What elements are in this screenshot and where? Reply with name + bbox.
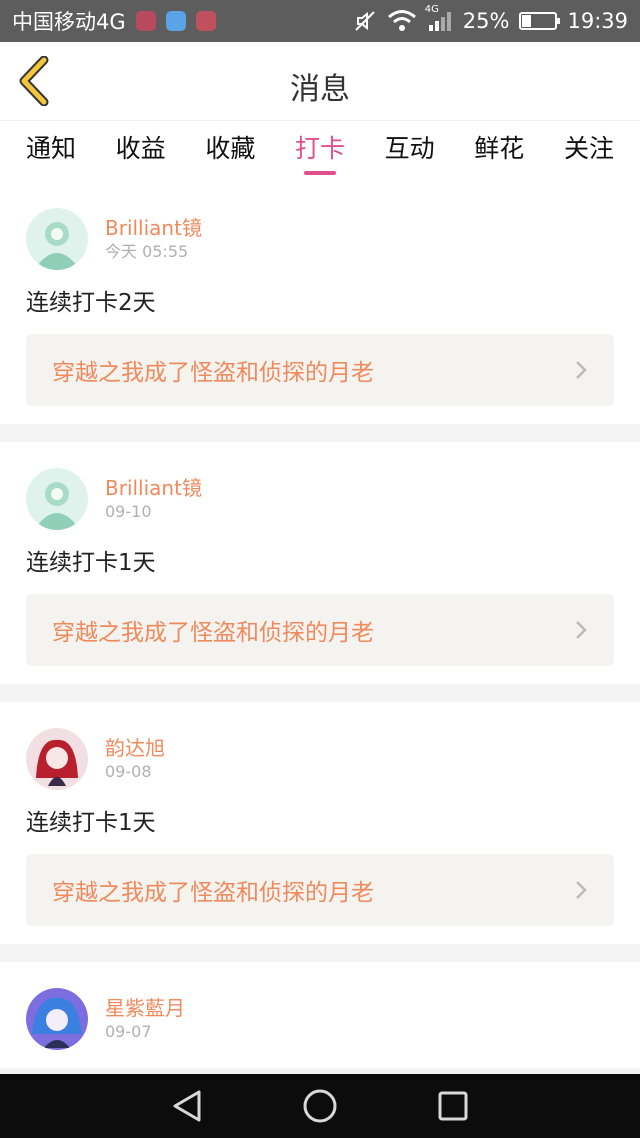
tab-label: 收藏 — [205, 134, 256, 163]
username[interactable]: 星紫藍月 — [105, 995, 185, 1021]
book-link[interactable]: 穿越之我成了怪盗和侦探的月老 — [26, 854, 614, 926]
avatar[interactable] — [26, 728, 88, 790]
card-header: 星紫藍月 09-07 — [26, 988, 614, 1050]
card-header: Brilliant镜 今天 05:55 — [26, 208, 614, 270]
mute-icon — [355, 11, 375, 31]
user-info: 韵达旭 09-08 — [105, 735, 165, 783]
nav-back-button[interactable] — [167, 1086, 207, 1126]
username[interactable]: Brilliant镜 — [105, 215, 202, 241]
feed-card: 星紫藍月 09-07 — [0, 962, 640, 1068]
mint-avatar-icon — [26, 208, 88, 270]
book-title: 穿越之我成了怪盗和侦探的月老 — [52, 880, 374, 906]
nav-recents-button[interactable] — [433, 1086, 473, 1126]
username[interactable]: 韵达旭 — [105, 735, 165, 761]
tab-flowers[interactable]: 鲜花 — [474, 121, 524, 183]
book-title: 穿越之我成了怪盗和侦探的月老 — [52, 620, 374, 646]
tab-label: 关注 — [563, 134, 614, 163]
battery-fill — [522, 15, 531, 27]
user-info: Brilliant镜 09-10 — [105, 475, 202, 523]
notification-app-icon — [195, 11, 216, 31]
system-nav-bar — [0, 1074, 640, 1138]
feed-card: Brilliant镜 09-10 连续打卡1天 穿越之我成了怪盗和侦探的月老 — [0, 442, 640, 684]
nav-home-button[interactable] — [300, 1086, 340, 1126]
timestamp: 09-10 — [105, 502, 152, 521]
tab-label: 打卡 — [294, 134, 345, 163]
timestamp: 今天 05:55 — [105, 242, 189, 261]
signal-group: 4G — [425, 4, 453, 32]
network-type-label: 4G — [424, 4, 439, 15]
chevron-right-icon — [576, 621, 587, 639]
book-title: 穿越之我成了怪盗和侦探的月老 — [52, 360, 374, 386]
red-avatar-icon — [26, 728, 88, 790]
card-header: Brilliant镜 09-10 — [26, 468, 614, 530]
battery-icon — [519, 12, 561, 30]
tab-label: 互动 — [384, 134, 435, 163]
square-recents-icon — [438, 1091, 468, 1121]
tab-checkin[interactable]: 打卡 — [295, 121, 345, 183]
tab-label: 收益 — [115, 134, 166, 163]
app-root: 中国移动4G 4G 25% 19:39 消息 通知 收益 收藏 打卡 互动 鲜花… — [0, 0, 640, 1138]
tab-active-indicator — [303, 171, 336, 175]
timestamp: 09-08 — [105, 762, 152, 781]
tab-interactions[interactable]: 互动 — [385, 121, 435, 183]
user-info: 星紫藍月 09-07 — [105, 995, 185, 1043]
carrier-label: 中国移动4G — [12, 10, 126, 34]
user-info: Brilliant镜 今天 05:55 — [105, 215, 202, 263]
clock: 19:39 — [567, 9, 628, 33]
chevron-right-icon — [576, 361, 587, 379]
timestamp: 09-07 — [105, 1022, 152, 1041]
tab-favorites[interactable]: 收藏 — [205, 121, 255, 183]
battery-percent: 25% — [462, 9, 510, 33]
notification-app-icon — [165, 11, 186, 31]
feed-card: 韵达旭 09-08 连续打卡1天 穿越之我成了怪盗和侦探的月老 — [0, 702, 640, 944]
blue-avatar-icon — [26, 988, 88, 1050]
avatar[interactable] — [26, 988, 88, 1050]
wifi-icon — [387, 10, 416, 31]
checkin-feed[interactable]: Brilliant镜 今天 05:55 连续打卡2天 穿越之我成了怪盗和侦探的月… — [0, 182, 640, 1074]
book-link[interactable]: 穿越之我成了怪盗和侦探的月老 — [26, 334, 614, 406]
book-link[interactable]: 穿越之我成了怪盗和侦探的月老 — [26, 594, 614, 666]
tab-label: 鲜花 — [474, 134, 525, 163]
feed-card: Brilliant镜 今天 05:55 连续打卡2天 穿越之我成了怪盗和侦探的月… — [0, 182, 640, 424]
app-header: 消息 — [0, 42, 640, 120]
circle-home-icon — [303, 1089, 337, 1123]
checkin-text: 连续打卡1天 — [26, 810, 156, 836]
tab-notifications[interactable]: 通知 — [26, 121, 76, 183]
card-header: 韵达旭 09-08 — [26, 728, 614, 790]
status-right: 4G 25% 19:39 — [353, 4, 628, 33]
username[interactable]: Brilliant镜 — [105, 475, 202, 501]
status-bar: 中国移动4G 4G 25% 19:39 — [0, 0, 640, 42]
checkin-text: 连续打卡1天 — [26, 550, 156, 576]
tab-earnings[interactable]: 收益 — [116, 121, 166, 183]
tab-label: 通知 — [26, 134, 77, 163]
avatar[interactable] — [26, 208, 88, 270]
tab-following[interactable]: 关注 — [564, 121, 614, 183]
checkin-text: 连续打卡2天 — [26, 290, 156, 316]
chevron-right-icon — [576, 881, 587, 899]
page-title: 消息 — [290, 72, 350, 107]
notification-app-icon — [135, 11, 156, 31]
triangle-back-icon — [173, 1090, 201, 1122]
mint-avatar-icon — [26, 468, 88, 530]
avatar[interactable] — [26, 468, 88, 530]
tab-bar: 通知 收益 收藏 打卡 互动 鲜花 关注 — [0, 120, 640, 182]
